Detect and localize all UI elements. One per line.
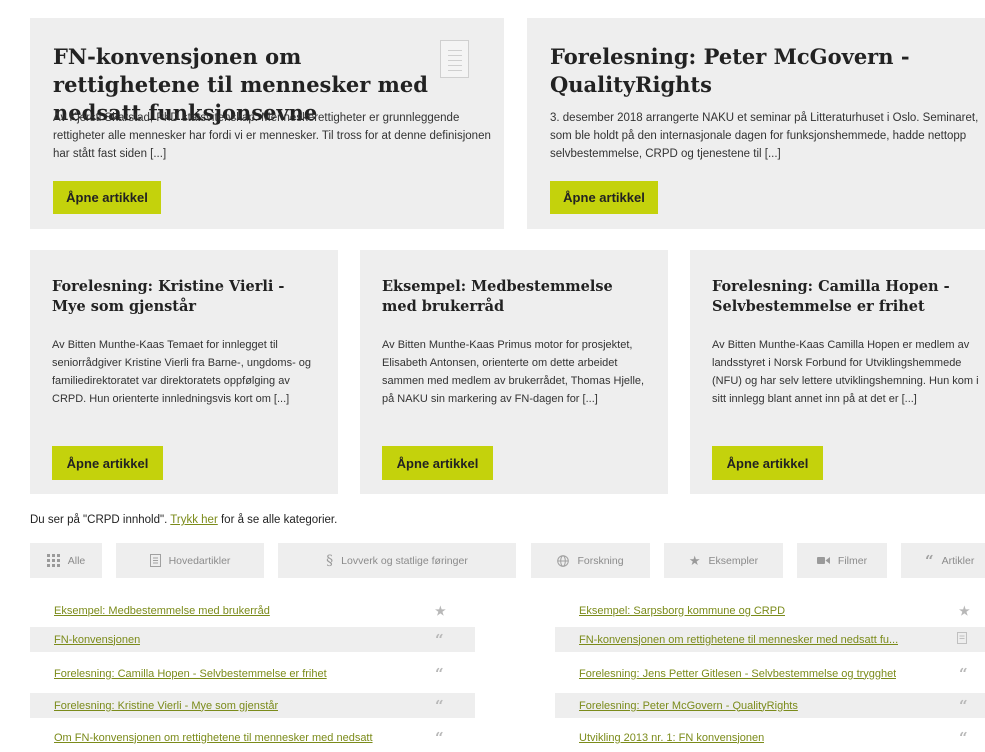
quote-icon: “ [959,728,968,747]
filter-label: Filmer [837,554,868,567]
list-item-link[interactable]: Eksempel: Sarpsborg kommune og CRPD [555,605,785,617]
document-icon [149,554,161,567]
filter-all[interactable]: Alle [30,543,102,578]
list-item-link[interactable]: Forelesning: Camilla Hopen - Selvbestemm… [30,668,327,680]
list-item: FN-konvensjonen om rettighetene til menn… [555,627,985,652]
quote-icon: “ [435,630,444,649]
article-card: Forelesning: Camilla Hopen - Selvbestemm… [690,250,985,494]
filter-research[interactable]: Forskning [531,543,650,578]
grid-icon [46,554,60,567]
document-icon [440,40,469,78]
quote-icon: “ [959,664,968,683]
list-item-link[interactable]: Forelesning: Kristine Vierli - Mye som g… [30,700,278,712]
article-title[interactable]: Forelesning: Camilla Hopen - Selvbestemm… [712,277,982,317]
list-item: Utvikling 2013 nr. 1: FN konvensjonen “ [555,725,985,750]
star-icon: ★ [688,552,701,568]
open-article-button[interactable]: Åpne artikkel [382,446,493,480]
show-all-categories-link[interactable]: Trykk her [170,514,218,526]
article-excerpt: Av Bitten Munthe-Kaas Temaet for innlegg… [52,339,312,405]
filter-label: Forskning [577,554,624,567]
list-item: Eksempel: Sarpsborg kommune og CRPD ★ [555,598,985,623]
filter-legislation[interactable]: § Lovverk og statlige føringer [278,543,516,578]
document-icon [957,632,967,647]
article-title[interactable]: Eksempel: Medbestemmelse med brukerråd [382,277,652,317]
quote-icon: “ [925,551,934,570]
notice-text: Du ser på "CRPD innhold". [30,514,171,526]
filter-label: Alle [67,554,86,567]
filter-articles[interactable]: “ Artikler [901,543,985,578]
star-icon: ★ [959,603,970,618]
filter-label: Artikler [941,554,975,567]
article-title[interactable]: Forelesning: Peter McGovern - QualityRig… [550,43,980,99]
quote-icon: “ [435,728,444,747]
list-item: Eksempel: Medbestemmelse med brukerråd ★ [30,598,475,623]
quote-icon: “ [435,696,444,715]
list-item: Forelesning: Peter McGovern - QualityRig… [555,693,985,718]
filter-films[interactable]: Filmer [797,543,887,578]
notice-text-end: for å se alle kategorier. [217,514,338,526]
globe-icon [557,554,570,567]
category-notice: Du ser på "CRPD innhold". Trykk her for … [30,514,337,526]
open-article-button[interactable]: Åpne artikkel [53,181,161,214]
article-excerpt: 3. desember 2018 arrangerte NAKU et semi… [550,112,979,160]
list-item-link[interactable]: FN-konvensjonen [30,634,140,646]
article-title[interactable]: Forelesning: Kristine Vierli - Mye som g… [52,277,322,317]
list-item-link[interactable]: Forelesning: Peter McGovern - QualityRig… [555,700,798,712]
open-article-button[interactable]: Åpne artikkel [550,181,658,214]
section-icon: § [326,552,334,569]
filter-label: Lovverk og statlige føringer [341,554,468,567]
article-excerpt: Av Bitten Munthe-Kaas Camilla Hopen er m… [712,339,979,405]
list-item-link[interactable]: Forelesning: Jens Petter Gitlesen - Selv… [555,668,896,680]
filter-main-articles[interactable]: Hovedartikler [116,543,264,578]
list-item: Forelesning: Camilla Hopen - Selvbestemm… [30,661,475,686]
star-icon: ★ [435,603,446,618]
open-article-button[interactable]: Åpne artikkel [712,446,823,480]
open-article-button[interactable]: Åpne artikkel [52,446,163,480]
article-excerpt: Av Bitten Munthe-Kaas Primus motor for p… [382,339,645,405]
article-card: Eksempel: Medbestemmelse med brukerråd A… [360,250,668,494]
quote-icon: “ [959,696,968,715]
article-excerpt: Av Kjersti Skarstad, PhD statsvitenskap.… [53,112,491,160]
list-item-link[interactable]: Om FN-konvensjonen om rettighetene til m… [30,732,373,744]
list-item: Forelesning: Kristine Vierli - Mye som g… [30,693,475,718]
featured-card: Forelesning: Peter McGovern - QualityRig… [527,18,985,229]
quote-icon: “ [435,664,444,683]
list-item: Om FN-konvensjonen om rettighetene til m… [30,725,475,750]
article-card: Forelesning: Kristine Vierli - Mye som g… [30,250,338,494]
featured-card: FN-konvensjonen om rettighetene til menn… [30,18,504,229]
list-item-link[interactable]: Utvikling 2013 nr. 1: FN konvensjonen [555,732,764,744]
video-icon [816,556,830,565]
list-item: FN-konvensjonen “ [30,627,475,652]
list-item-link[interactable]: Eksempel: Medbestemmelse med brukerråd [30,605,270,617]
list-item: Forelesning: Jens Petter Gitlesen - Selv… [555,661,985,686]
filter-label: Eksempler [708,554,759,567]
list-item-link[interactable]: FN-konvensjonen om rettighetene til menn… [555,634,898,646]
filter-label: Hovedartikler [168,554,231,567]
filter-examples[interactable]: ★ Eksempler [664,543,783,578]
